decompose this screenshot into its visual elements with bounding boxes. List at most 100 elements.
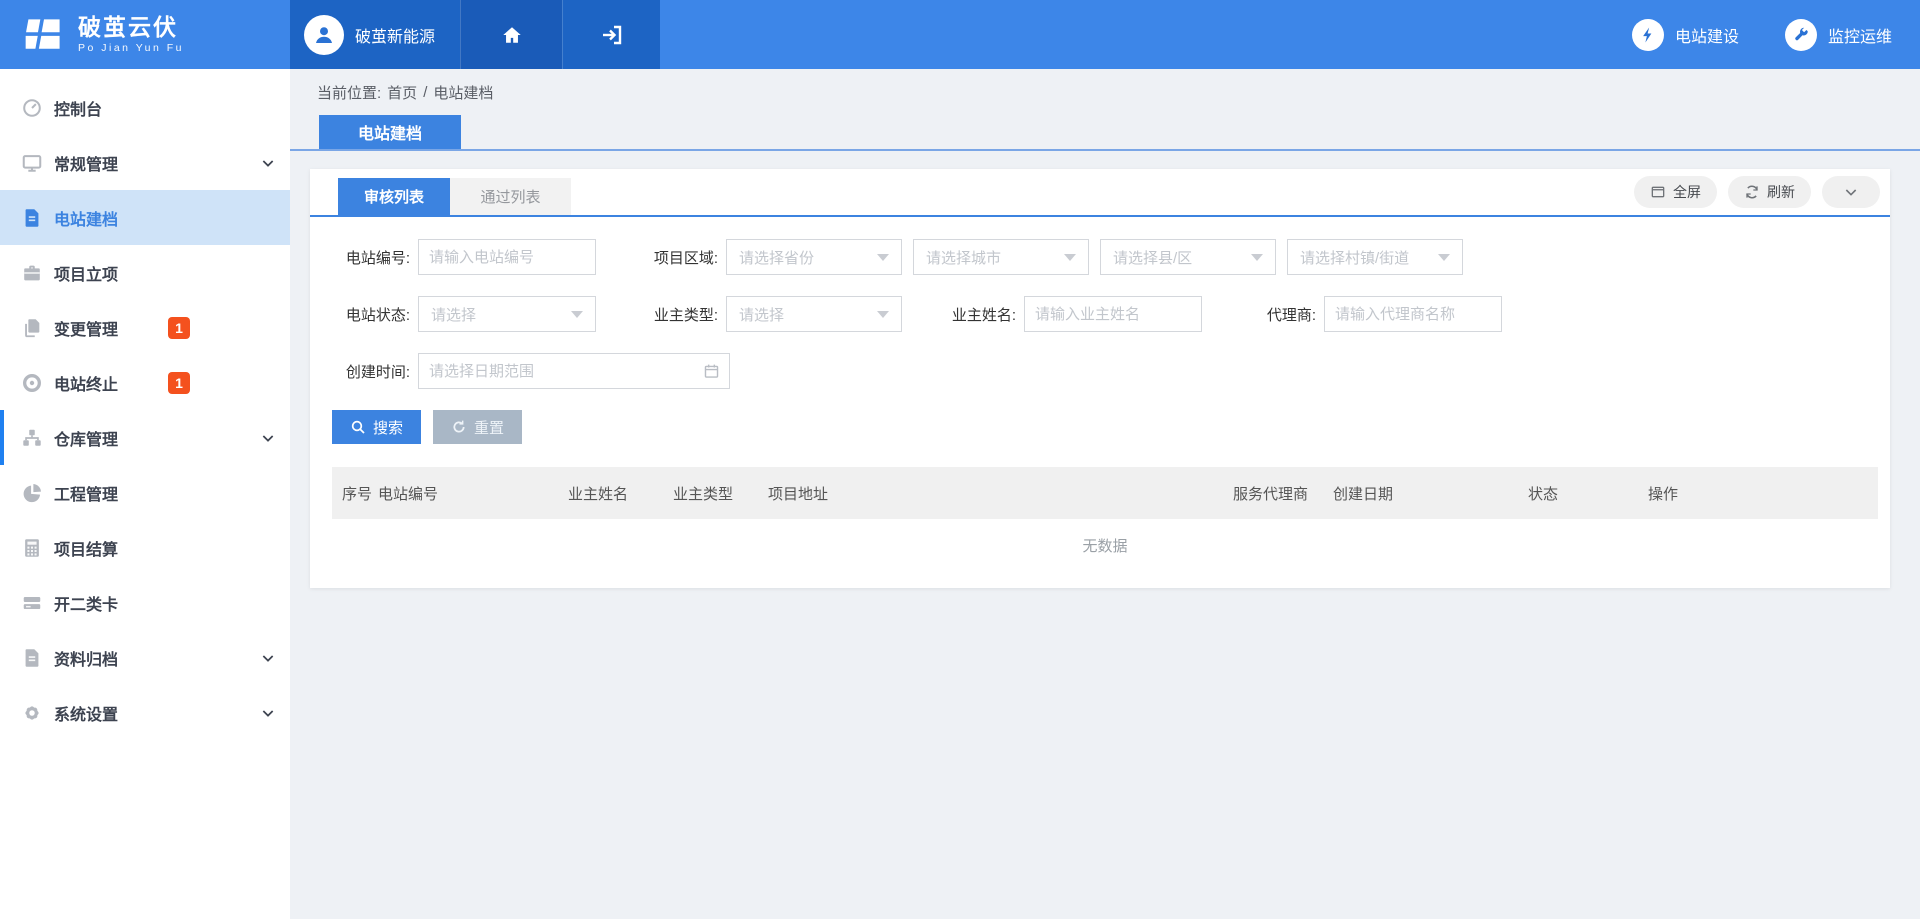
collapse-button[interactable] [1822,176,1880,208]
city-placeholder: 请选择城市 [926,247,1001,268]
station-no-input[interactable] [418,239,596,275]
agent-input[interactable] [1324,296,1502,332]
calculator-icon [20,536,44,560]
filter-form: 电站编号: 项目区域: 请选择省份 请选择城市 请选择县/区 [310,217,1890,389]
town-select[interactable]: 请选择村镇/街道 [1287,239,1463,275]
date-range-input[interactable] [418,353,730,389]
owner-name-label: 业主姓名: [938,304,1016,325]
date-range-field [418,353,730,389]
sidebar-item-label: 电站建档 [54,206,118,230]
filter-actions: 搜索 重置 [310,410,1890,444]
agent-label: 代理商: [1238,304,1316,325]
reset-icon [451,419,467,435]
caret-down-icon [1251,254,1263,261]
sidebar-item-project-settlement[interactable]: 项目结算 [0,520,290,575]
results-table: 序号 电站编号 业主姓名 业主类型 项目地址 服务代理商 创建日期 状态 操作 … [332,467,1878,585]
cards-icon [20,591,44,615]
tab-review-list[interactable]: 审核列表 [338,178,450,215]
home-button[interactable] [460,0,562,69]
sidebar-item-label: 项目结算 [54,536,118,560]
owner-type-select[interactable]: 请选择 [726,296,902,332]
search-icon [350,419,366,435]
sidebar-item-open-type2-card[interactable]: 开二类卡 [0,575,290,630]
person-icon [312,23,336,47]
tab-passed-list[interactable]: 通过列表 [450,178,571,215]
monitor-icon [20,151,44,175]
avatar [304,15,344,55]
col-status: 状态 [1528,483,1648,504]
col-actions: 操作 [1648,483,1878,504]
chevron-down-icon [260,650,276,666]
table-empty-state: 无数据 [332,519,1878,585]
col-station-no: 电站编号 [378,483,568,504]
filter-row-1: 电站编号: 项目区域: 请选择省份 请选择城市 请选择县/区 [332,239,1862,275]
sidebar-item-engineering-mgmt[interactable]: 工程管理 [0,465,290,520]
reset-button[interactable]: 重置 [433,410,522,444]
sidebar-item-label: 系统设置 [54,701,118,725]
sidebar-item-system-settings[interactable]: 系统设置 [0,685,290,740]
city-select[interactable]: 请选择城市 [913,239,1089,275]
reset-label: 重置 [474,417,504,438]
sidebar-item-label: 开二类卡 [54,591,118,615]
station-status-select[interactable]: 请选择 [418,296,596,332]
owner-type-label: 业主类型: [640,304,718,325]
active-accent-bar [0,410,4,465]
province-select[interactable]: 请选择省份 [726,239,902,275]
breadcrumb: 当前位置: 首页 / 电站建档 [290,69,1920,115]
home-icon [501,24,523,46]
fullscreen-icon [1650,184,1666,200]
archive-icon [20,646,44,670]
breadcrumb-current: 电站建档 [433,82,493,103]
sidebar-item-station-archive[interactable]: 电站建档 [0,190,290,245]
sidebar-item-label: 工程管理 [54,481,118,505]
nav-station-build[interactable]: 电站建设 [1632,19,1739,51]
briefcase-icon [20,261,44,285]
sign-out-button[interactable] [562,0,660,69]
caret-down-icon [571,311,583,318]
lightning-icon [1632,19,1664,51]
chevron-down-icon [260,705,276,721]
sidebar-item-label: 电站终止 [54,371,118,395]
logo-icon [22,13,66,57]
brand-title: 破茧云伏 [78,15,184,40]
brand: 破茧云伏 Po Jian Yun Fu [0,0,290,69]
sidebar-item-data-archive[interactable]: 资料归档 [0,630,290,685]
caret-down-icon [877,254,889,261]
sidebar-item-warehouse-mgmt[interactable]: 仓库管理 [0,410,290,465]
search-button[interactable]: 搜索 [332,410,421,444]
page-tab-station-archive[interactable]: 电站建档 [319,115,461,149]
col-created-date: 创建日期 [1333,483,1528,504]
nav-monitor-ops[interactable]: 监控运维 [1785,19,1892,51]
province-placeholder: 请选择省份 [739,247,814,268]
breadcrumb-home[interactable]: 首页 [387,82,417,103]
nav-station-build-label: 电站建设 [1675,23,1739,47]
change-mgmt-badge: 1 [168,317,190,339]
refresh-button[interactable]: 刷新 [1728,176,1811,208]
refresh-icon [1744,184,1760,200]
col-owner-type: 业主类型 [673,483,768,504]
current-user-button[interactable]: 破茧新能源 [290,0,460,69]
sidebar-item-label: 控制台 [54,96,102,120]
sidebar-item-change-mgmt[interactable]: 变更管理 1 [0,300,290,355]
sign-in-icon [600,23,624,47]
fullscreen-button[interactable]: 全屏 [1634,176,1717,208]
main-content: 当前位置: 首页 / 电站建档 电站建档 审核列表 通过列表 全屏 [290,69,1920,919]
dashboard-icon [20,96,44,120]
col-project-address: 项目地址 [768,483,1233,504]
sidebar-item-project-initiation[interactable]: 项目立项 [0,245,290,300]
county-select[interactable]: 请选择县/区 [1100,239,1276,275]
layout: 控制台 常规管理 电站建档 [0,69,1920,919]
owner-type-placeholder: 请选择 [739,304,784,325]
document-icon [20,206,44,230]
county-placeholder: 请选择县/区 [1113,247,1192,268]
brand-subtitle: Po Jian Yun Fu [78,43,184,55]
sidebar-item-general-mgmt[interactable]: 常规管理 [0,135,290,190]
col-index: 序号 [332,483,378,504]
sidebar-item-label: 项目立项 [54,261,118,285]
filter-row-2: 电站状态: 请选择 业主类型: 请选择 业主姓名: 代理商: [332,296,1862,332]
sidebar-item-station-terminate[interactable]: 电站终止 1 [0,355,290,410]
chevron-down-icon [1843,184,1859,200]
sidebar-item-console[interactable]: 控制台 [0,80,290,135]
owner-name-input[interactable] [1024,296,1202,332]
col-owner-name: 业主姓名 [568,483,673,504]
